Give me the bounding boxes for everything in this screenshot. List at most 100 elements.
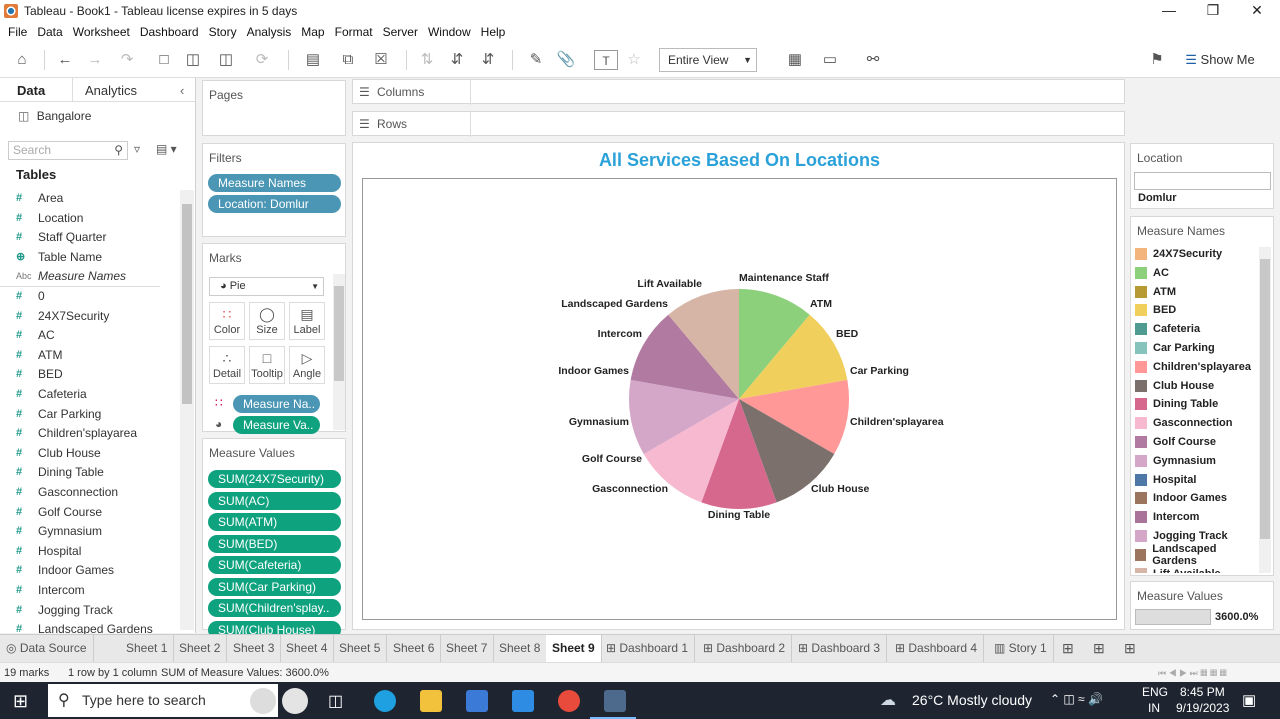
legend-item[interactable]: ATM: [1135, 283, 1176, 301]
field-item[interactable]: # Area: [16, 189, 63, 207]
legend-item[interactable]: Gymnasium: [1135, 452, 1216, 470]
fix-axes-icon[interactable]: ☆: [624, 50, 644, 70]
sheet-nav-icons[interactable]: ⏮ ◀ ▶ ⏭ ▦ ▦ ▦: [1158, 663, 1227, 683]
refresh-icon[interactable]: ⟳: [248, 50, 276, 70]
new-story-tab-icon[interactable]: ⊞: [1124, 640, 1136, 657]
pause-updates-icon[interactable]: ◫: [212, 50, 240, 70]
sort-ascending-icon[interactable]: ⇵: [446, 50, 468, 70]
measure-pill[interactable]: SUM(Cafeteria): [208, 556, 341, 574]
field-item[interactable]: # AC: [16, 326, 55, 344]
share-icon[interactable]: ⚯: [862, 50, 884, 70]
new-worksheet-tab-icon[interactable]: ⊞: [1062, 640, 1074, 657]
label-button[interactable]: ▤ Label: [289, 302, 325, 340]
sheet-tab[interactable]: Sheet 1: [120, 635, 175, 662]
sheet-tab[interactable]: ⊞ Dashboard 1: [600, 635, 696, 662]
field-item[interactable]: # Car Parking: [16, 405, 101, 423]
legend-item[interactable]: Intercom: [1135, 508, 1199, 526]
field-item[interactable]: # Golf Course: [16, 503, 102, 521]
show-labels-icon[interactable]: T: [594, 50, 618, 70]
tab-analytics[interactable]: Analytics: [85, 83, 137, 98]
tray-icons[interactable]: ⌃ ◫ ≈ 🔊: [1050, 692, 1103, 706]
measure-pill[interactable]: SUM(AC): [208, 491, 341, 510]
menu-server[interactable]: Server: [383, 25, 418, 39]
chrome-icon[interactable]: [558, 690, 580, 712]
field-item[interactable]: # Intercom: [16, 581, 85, 599]
legend-item[interactable]: AC: [1135, 264, 1169, 282]
home-icon[interactable]: ⌂: [12, 50, 32, 70]
field-item[interactable]: # Staff Quarter: [16, 228, 106, 246]
minimize-button[interactable]: —: [1146, 0, 1192, 22]
sort-descending-icon[interactable]: ⇵: [476, 50, 500, 70]
news-widget-icon[interactable]: [250, 688, 276, 714]
legend-item[interactable]: Gasconnection: [1135, 414, 1232, 432]
sheet-tab[interactable]: ⊞ Dashboard 3: [792, 635, 888, 662]
filters-shelf[interactable]: Filters Measure Names Location: Domlur: [202, 143, 346, 237]
sheet-tab[interactable]: Sheet 8: [493, 635, 548, 662]
measure-pill[interactable]: SUM(Children'splay..: [208, 599, 341, 617]
new-datasource-icon[interactable]: ◫: [183, 50, 203, 70]
field-item[interactable]: # Dining Table: [16, 463, 104, 481]
windows-start-icon[interactable]: ⊞: [13, 691, 28, 712]
field-item[interactable]: # Children'splayarea: [16, 424, 137, 442]
legend-item[interactable]: Club House: [1135, 377, 1214, 395]
color-button[interactable]: ∷ Color: [209, 302, 245, 340]
field-item[interactable]: # Cafeteria: [16, 385, 87, 403]
menu-window[interactable]: Window: [428, 25, 471, 39]
legend-item[interactable]: Landscaped Gardens: [1135, 543, 1257, 567]
size-button[interactable]: ◯ Size: [249, 302, 285, 340]
clear-sheet-icon[interactable]: ☒: [366, 50, 396, 70]
legend-item[interactable]: Lift Available: [1135, 565, 1221, 573]
measure-pill[interactable]: SUM(Car Parking): [208, 577, 341, 596]
measure-values-shelf[interactable]: Measure Values SUM(24X7Security) SUM(AC) S…: [202, 438, 346, 639]
new-worksheet-icon[interactable]: ▤: [298, 50, 328, 70]
replay-icon[interactable]: ↷: [114, 50, 140, 70]
menu-story[interactable]: Story: [209, 25, 237, 39]
rows-shelf[interactable]: ☰ Rows: [352, 111, 1125, 137]
notifications-icon[interactable]: ▣: [1242, 691, 1256, 709]
legend-item[interactable]: Indoor Games: [1135, 489, 1227, 507]
datasource-item[interactable]: ◫ Bangalore: [18, 109, 91, 123]
field-item[interactable]: # Gasconnection: [16, 483, 118, 501]
sheet-tab[interactable]: ⊞ Dashboard 2: [697, 635, 793, 662]
sheet-tab[interactable]: Sheet 4: [280, 635, 335, 662]
view-list-icon[interactable]: ▤ ▾: [156, 142, 177, 156]
field-item[interactable]: # BED: [16, 365, 63, 383]
tooltip-button[interactable]: □ Tooltip: [249, 346, 285, 384]
sheet-tab[interactable]: Sheet 2: [173, 635, 228, 662]
legend-scrollbar[interactable]: [1259, 247, 1271, 573]
presentation-icon[interactable]: ▭: [818, 50, 842, 70]
tab-data[interactable]: Data: [17, 83, 45, 98]
legend-item[interactable]: 24X7Security: [1135, 245, 1222, 263]
save-icon[interactable]: □: [154, 50, 174, 70]
cards-icon[interactable]: ▦: [780, 50, 810, 70]
field-item[interactable]: # Club House: [16, 444, 101, 462]
duplicate-sheet-icon[interactable]: ⧉: [338, 50, 358, 70]
store-icon[interactable]: [466, 690, 488, 712]
redo-icon[interactable]: →: [84, 50, 106, 70]
sheet-tab[interactable]: Sheet 6: [387, 635, 442, 662]
task-view-icon[interactable]: ◫: [328, 691, 343, 711]
undo-icon[interactable]: ←: [54, 50, 76, 70]
legend-item[interactable]: Children'splayarea: [1135, 358, 1251, 376]
legend-item[interactable]: Car Parking: [1135, 339, 1215, 357]
menu-file[interactable]: File: [8, 25, 27, 39]
sheet-tab[interactable]: Sheet 7: [440, 635, 495, 662]
taskbar-search-input[interactable]: ⚲ Type here to search: [48, 684, 278, 717]
status-widget-icon[interactable]: [282, 688, 308, 714]
new-dashboard-tab-icon[interactable]: ⊞: [1093, 640, 1105, 657]
marks-scrollbar[interactable]: [333, 274, 345, 430]
menu-data[interactable]: Data: [37, 25, 62, 39]
menu-worksheet[interactable]: Worksheet: [73, 25, 130, 39]
angle-button[interactable]: ▷ Angle: [289, 346, 325, 384]
swap-icon[interactable]: ⇅: [416, 50, 438, 70]
sheet-tab[interactable]: ▥ Story 1: [988, 635, 1054, 662]
field-item[interactable]: #24X7Security: [16, 307, 109, 325]
menu-map[interactable]: Map: [301, 25, 324, 39]
file-explorer-icon[interactable]: [420, 690, 442, 712]
mark-type-dropdown[interactable]: ◕ Pie ▼: [209, 277, 324, 296]
sheet-tab[interactable]: Sheet 3: [227, 635, 282, 662]
menu-analysis[interactable]: Analysis: [247, 25, 292, 39]
field-item[interactable]: # Location: [16, 209, 83, 227]
search-input[interactable]: Search ⚲: [8, 141, 128, 160]
location-filter-input[interactable]: [1134, 172, 1271, 190]
